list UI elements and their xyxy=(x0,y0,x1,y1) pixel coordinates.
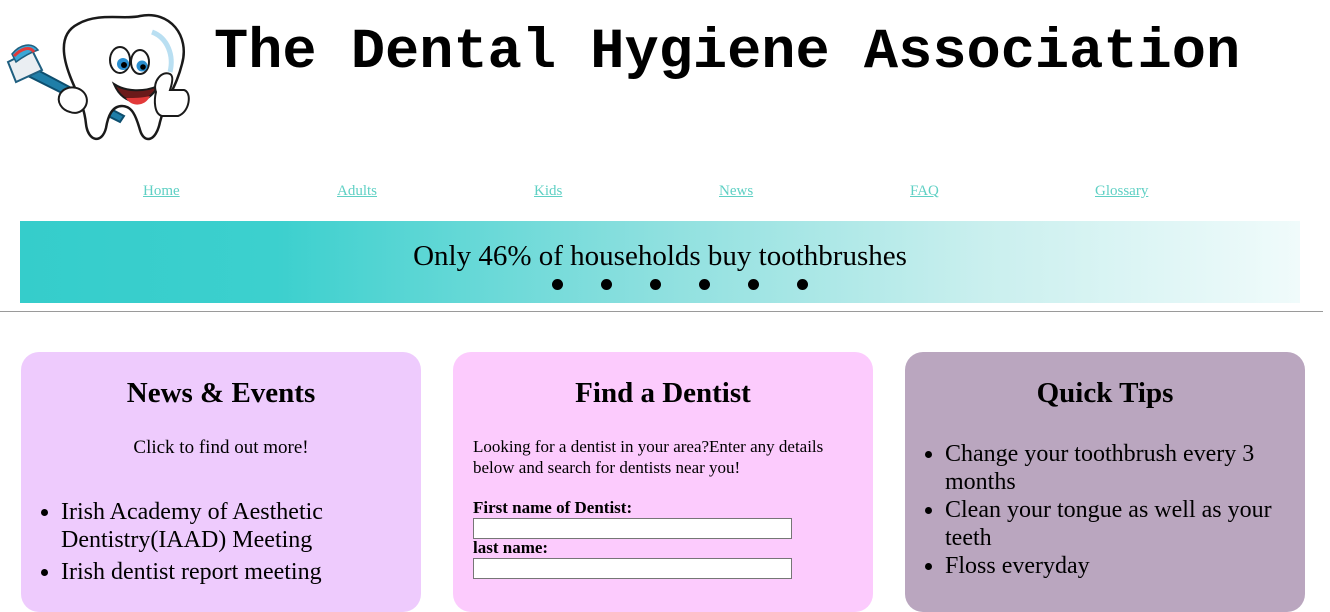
slide-dot-5[interactable] xyxy=(748,279,759,290)
last-name-input[interactable] xyxy=(473,558,792,579)
site-logo[interactable] xyxy=(2,12,192,144)
find-dentist-title: Find a Dentist xyxy=(575,377,751,409)
slide-dot-1[interactable] xyxy=(552,279,563,290)
find-dentist-intro: Looking for a dentist in your area?Enter… xyxy=(473,437,824,477)
fact-banner: Only 46% of households buy toothbrushes xyxy=(20,221,1300,303)
first-name-label: First name of Dentist: xyxy=(473,498,633,517)
find-dentist-card: Find a Dentist Looking for a dentist in … xyxy=(453,352,873,612)
last-name-label: last name: xyxy=(473,538,549,557)
quick-tips-title: Quick Tips xyxy=(1036,377,1174,409)
banner-fact-text: Only 46% of households buy toothbrushes xyxy=(413,240,907,272)
tip-item: Change your toothbrush every 3 months xyxy=(945,440,1300,496)
nav-link-news[interactable]: News xyxy=(719,182,753,200)
tips-list: Change your toothbrush every 3 months Cl… xyxy=(905,440,1300,580)
news-events-subtitle: Click to find out more! xyxy=(133,437,309,458)
nav-link-glossary[interactable]: Glossary xyxy=(1095,182,1148,200)
horizontal-divider xyxy=(0,311,1323,312)
news-events-title: News & Events xyxy=(126,377,316,409)
news-events-card: News & Events Click to find out more! Ir… xyxy=(21,352,421,612)
slide-dot-2[interactable] xyxy=(601,279,612,290)
tooth-mascot-icon xyxy=(6,13,190,141)
tip-item: Floss everyday xyxy=(945,552,1300,580)
slide-dot-6[interactable] xyxy=(797,279,808,290)
news-list: Irish Academy of Aesthetic Dentistry(IAA… xyxy=(21,498,391,590)
news-item[interactable]: Irish Academy of Aesthetic Dentistry(IAA… xyxy=(61,498,391,554)
slide-dot-4[interactable] xyxy=(699,279,710,290)
nav-link-home[interactable]: Home xyxy=(143,182,180,200)
tip-item: Clean your tongue as well as your teeth xyxy=(945,496,1300,552)
nav-link-kids[interactable]: Kids xyxy=(534,182,562,200)
nav-link-faq[interactable]: FAQ xyxy=(910,182,939,200)
slide-dot-3[interactable] xyxy=(650,279,661,290)
first-name-input[interactable] xyxy=(473,518,792,539)
nav-link-adults[interactable]: Adults xyxy=(337,182,377,200)
news-item[interactable]: Irish dentist report meeting xyxy=(61,558,391,586)
site-title: The Dental Hygiene Association xyxy=(214,21,1241,85)
quick-tips-card: Quick Tips Change your toothbrush every … xyxy=(905,352,1305,612)
